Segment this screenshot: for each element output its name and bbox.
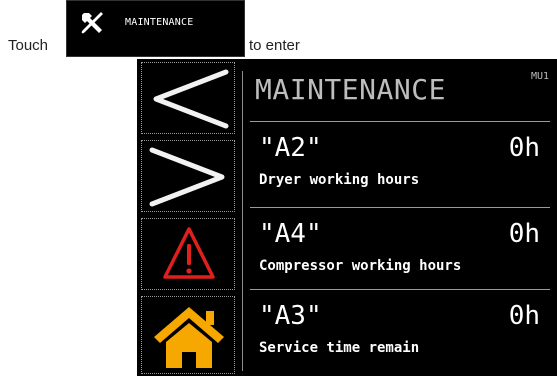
instruction-touch-text: Touch [8,37,49,54]
counter-code: "A4" [259,219,322,249]
back-button[interactable] [141,62,235,134]
home-button[interactable] [141,296,235,374]
screen-title: MAINTENANCE [255,73,446,106]
vertical-divider [242,71,243,371]
counter-label: Service time remain [259,340,420,356]
warning-triangle-icon [163,227,215,279]
counter-value: 0h [508,301,540,331]
instruction-enter-text: to enter [249,37,300,54]
home-icon [154,307,224,368]
row-divider [250,207,550,208]
counter-row[interactable]: "A3" 0h Service time remain [250,293,550,373]
maintenance-key-label: MAINTENANCE [125,17,194,28]
instruction-line: Touch MAINTENANCE to enter [0,0,557,60]
row-divider [250,121,550,122]
chevron-right-icon [149,147,225,207]
wrench-screwdriver-icon [81,12,103,34]
alarm-button[interactable] [141,218,235,290]
counter-label: Dryer working hours [259,172,420,188]
counter-code: "A2" [259,133,322,163]
counter-value: 0h [508,133,540,163]
page-code: MU1 [530,71,549,82]
counter-code: "A3" [259,301,322,331]
forward-button[interactable] [141,140,235,212]
maintenance-key-image: MAINTENANCE [66,0,245,57]
counter-value: 0h [508,219,540,249]
maintenance-screen: MAINTENANCE MU1 "A2" 0h Dryer working ho… [137,59,557,376]
row-divider [250,289,550,290]
counter-row[interactable]: "A2" 0h Dryer working hours [250,125,550,205]
counter-row[interactable]: "A4" 0h Compressor working hours [250,211,550,291]
counter-label: Compressor working hours [259,258,462,274]
chevron-left-icon [153,69,229,129]
